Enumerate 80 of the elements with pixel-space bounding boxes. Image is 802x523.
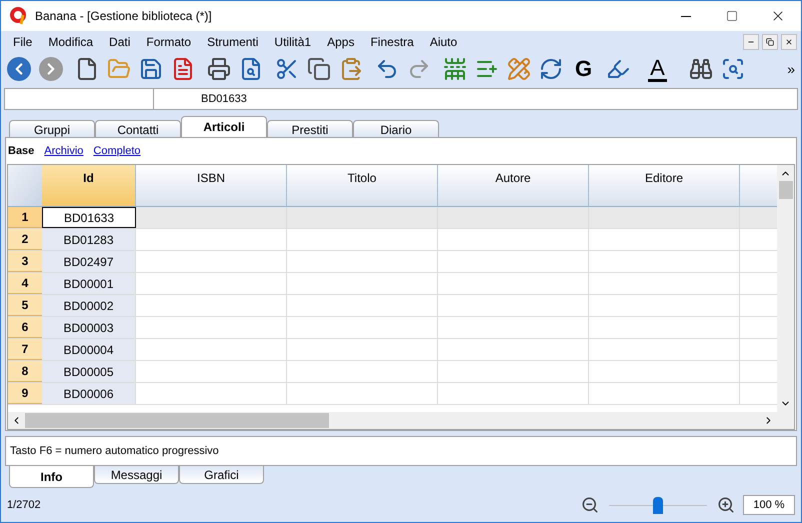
highlighter-icon[interactable] bbox=[606, 57, 630, 81]
font-color-button[interactable]: A bbox=[648, 56, 667, 82]
menu-item[interactable]: Strumenti bbox=[199, 33, 266, 51]
paste-icon[interactable] bbox=[339, 57, 363, 81]
row-number[interactable]: 3 bbox=[8, 251, 42, 272]
table-cell[interactable]: BD00003 bbox=[42, 317, 136, 338]
restore-button[interactable] bbox=[762, 34, 778, 50]
table-cell[interactable]: BD00004 bbox=[42, 339, 136, 360]
print-preview-icon[interactable] bbox=[239, 57, 263, 81]
forward-button[interactable] bbox=[39, 57, 63, 81]
restore-icon bbox=[766, 38, 774, 46]
menu-item[interactable]: File bbox=[5, 33, 40, 51]
pdf-icon[interactable] bbox=[171, 57, 195, 81]
new-file-icon[interactable] bbox=[75, 57, 99, 81]
info-text: Tasto F6 = numero automatico progressivo bbox=[10, 444, 219, 459]
scroll-thumb[interactable] bbox=[778, 181, 792, 199]
menu-item[interactable]: Apps bbox=[319, 33, 362, 51]
app-logo-icon bbox=[9, 7, 27, 25]
column-header[interactable]: Titolo bbox=[287, 165, 438, 206]
menu-item[interactable]: Dati bbox=[101, 33, 138, 51]
binoculars-icon[interactable] bbox=[688, 57, 713, 81]
column-header[interactable]: ISBN bbox=[136, 165, 287, 206]
menu-item[interactable]: Aiuto bbox=[422, 33, 466, 51]
bold-button[interactable]: G bbox=[575, 58, 592, 80]
table-cell[interactable]: BD01283 bbox=[42, 229, 136, 250]
more-button[interactable]: » bbox=[787, 58, 795, 80]
view-link[interactable]: Archivio bbox=[44, 142, 84, 160]
cut-icon[interactable] bbox=[275, 57, 299, 81]
close-button[interactable] bbox=[781, 34, 797, 50]
zoom-slider[interactable] bbox=[609, 495, 707, 515]
menu-item[interactable]: Utilità1 bbox=[266, 33, 320, 51]
print-icon[interactable] bbox=[207, 57, 231, 81]
horizontal-scrollbar[interactable] bbox=[8, 412, 794, 429]
scroll-thumb[interactable] bbox=[25, 413, 329, 428]
tab[interactable]: Gruppi bbox=[9, 120, 95, 137]
corner-cell bbox=[8, 165, 42, 206]
tab[interactable]: Prestiti bbox=[267, 120, 353, 137]
maximize-icon bbox=[726, 10, 738, 22]
undo-icon[interactable] bbox=[375, 57, 399, 81]
column-header bbox=[740, 165, 777, 206]
column-header[interactable]: Editore bbox=[589, 165, 740, 206]
table-cell[interactable]: BD02497 bbox=[42, 251, 136, 272]
table-cell[interactable]: BD00005 bbox=[42, 361, 136, 382]
view-link[interactable]: Completo bbox=[93, 142, 140, 160]
menu-item[interactable]: Modifica bbox=[40, 33, 102, 51]
tab[interactable]: Info bbox=[9, 466, 94, 488]
tab[interactable]: Diario bbox=[353, 120, 439, 137]
row-number[interactable]: 6 bbox=[8, 317, 42, 338]
tab[interactable]: Articoli bbox=[181, 116, 267, 137]
close-icon bbox=[785, 38, 793, 46]
row-number[interactable]: 4 bbox=[8, 273, 42, 294]
tab[interactable]: Contatti bbox=[95, 120, 181, 137]
zoom-out-icon[interactable] bbox=[581, 496, 599, 514]
row-number[interactable]: 7 bbox=[8, 339, 42, 360]
table-cell[interactable]: BD01633 bbox=[42, 207, 136, 228]
window-title: Banana - [Gestione biblioteca (*)] bbox=[35, 8, 212, 25]
refresh-icon[interactable] bbox=[539, 57, 563, 81]
zoom-field[interactable]: 100 % bbox=[743, 495, 795, 515]
menu-item[interactable]: Finestra bbox=[362, 33, 422, 51]
vertical-scrollbar[interactable] bbox=[777, 165, 794, 412]
row-number[interactable]: 1 bbox=[8, 207, 42, 228]
row-number[interactable]: 5 bbox=[8, 295, 42, 316]
row-number[interactable]: 2 bbox=[8, 229, 42, 250]
tab[interactable]: Grafici bbox=[179, 466, 264, 484]
table-cell[interactable]: BD00006 bbox=[42, 383, 136, 404]
column-header[interactable]: Id bbox=[42, 165, 136, 206]
copy-icon[interactable] bbox=[307, 57, 331, 81]
menu-item[interactable]: Formato bbox=[138, 33, 200, 51]
tab[interactable]: Messaggi bbox=[94, 466, 179, 484]
table-cell[interactable]: BD00001 bbox=[42, 273, 136, 294]
add-row-icon[interactable] bbox=[443, 57, 467, 81]
view-label[interactable]: Base bbox=[8, 142, 34, 160]
row-number[interactable]: 9 bbox=[8, 383, 42, 404]
zoom-in-icon[interactable] bbox=[717, 496, 735, 514]
column-header[interactable]: Autore bbox=[438, 165, 589, 206]
back-button[interactable] bbox=[7, 57, 31, 81]
row-number[interactable]: 8 bbox=[8, 361, 42, 382]
save-icon[interactable] bbox=[139, 57, 163, 81]
record-position: 1/2702 bbox=[7, 498, 41, 513]
table-cell[interactable]: BD00002 bbox=[42, 295, 136, 316]
